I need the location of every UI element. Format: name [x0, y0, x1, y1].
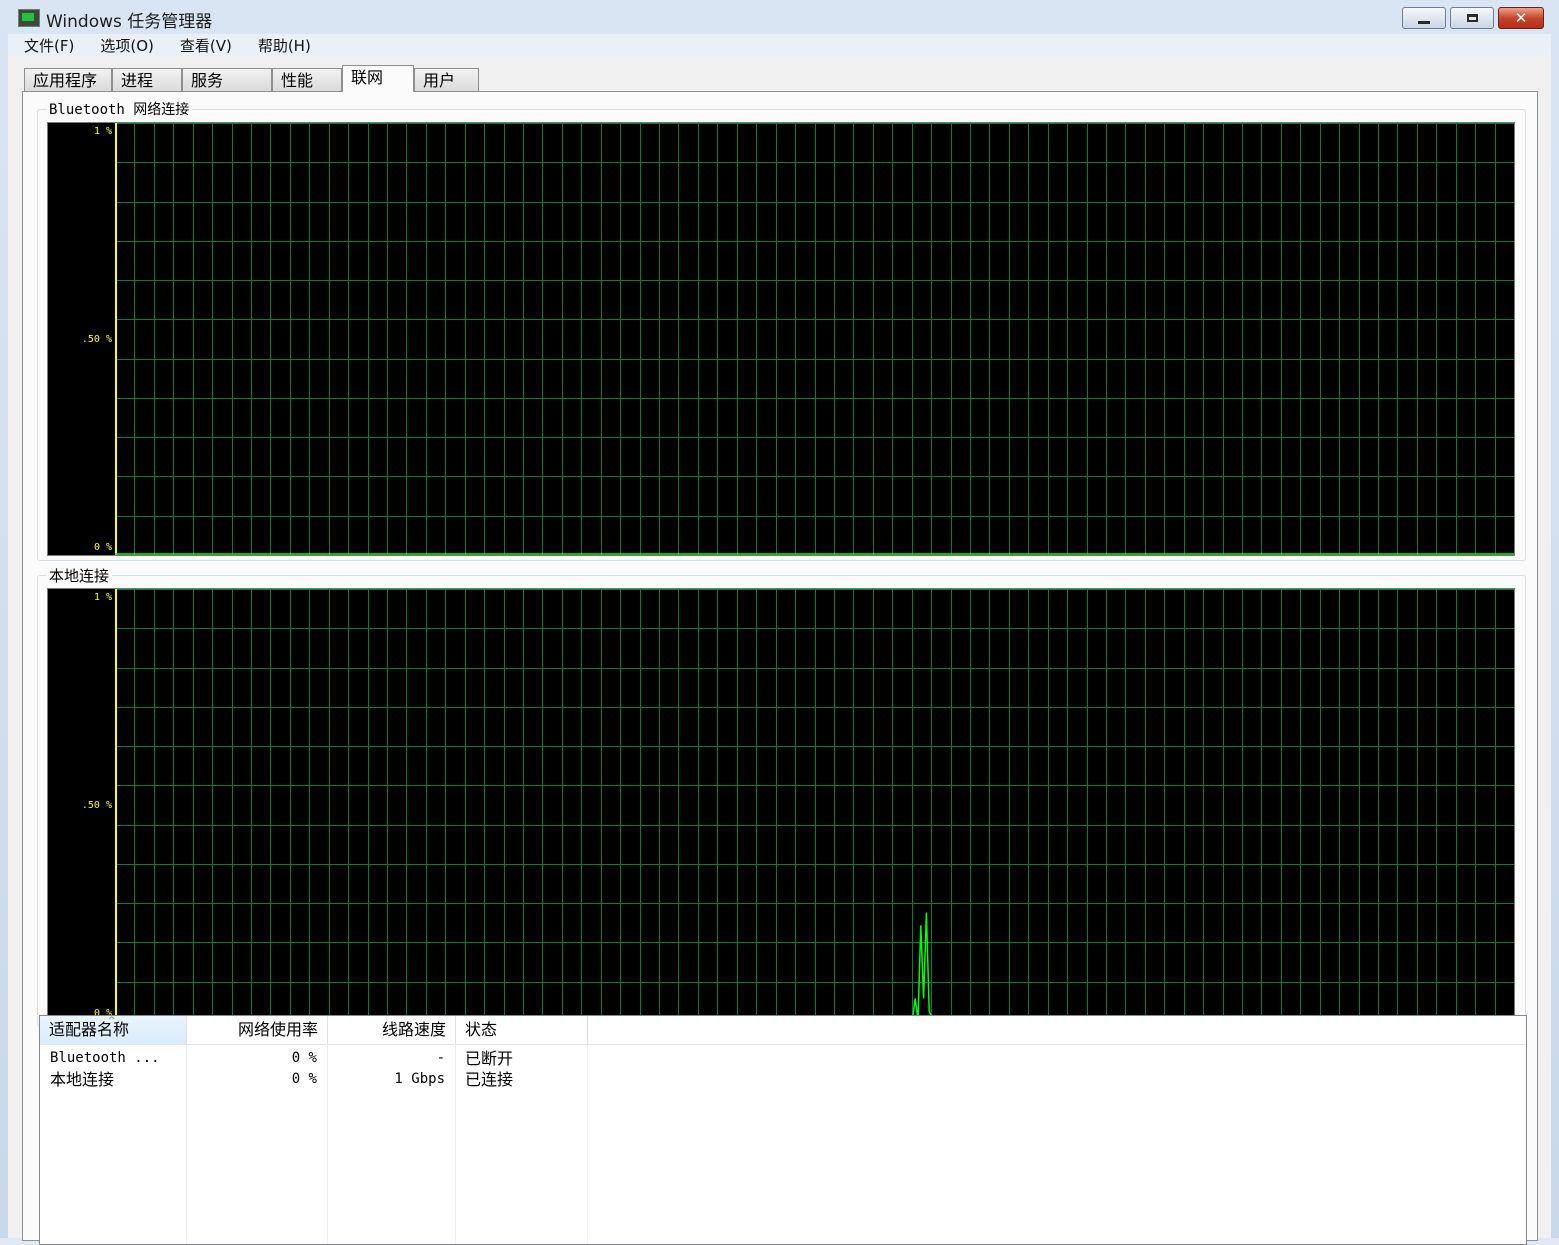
tab-performance[interactable]: 性能 [272, 68, 342, 91]
bluetooth-y-max: 1 % [93, 126, 112, 137]
adapter-usage: 0 % [291, 1050, 317, 1066]
adapter-list-header: ^ 适配器名称 网络使用率 线路速度 状态 [40, 1016, 1526, 1045]
minimize-button[interactable] [1402, 7, 1446, 29]
adapter-row[interactable]: Bluetooth ... 0 % - 已断开 [40, 1048, 1526, 1069]
adapter-speed: 1 Gbps [394, 1071, 445, 1087]
adapter-usage: 0 % [291, 1071, 317, 1087]
local-y-mid: .50 % [81, 800, 112, 811]
maximize-button[interactable] [1450, 7, 1494, 29]
sort-ascending-icon: ^ [108, 1016, 116, 1026]
bluetooth-graph-group: Bluetooth 网络连接 1 % .50 % 0 % [37, 99, 1526, 561]
bluetooth-graph-title: Bluetooth 网络连接 [46, 99, 193, 119]
adapter-row[interactable]: 本地连接 0 % 1 Gbps 已连接 [40, 1069, 1526, 1090]
adapter-status: 已断开 [465, 1049, 514, 1068]
close-icon: ✕ [1514, 8, 1528, 27]
tab-users[interactable]: 用户 [414, 68, 479, 91]
minimize-icon [1418, 20, 1430, 24]
local-connection-graph-title: 本地连接 [46, 565, 113, 586]
tab-services[interactable]: 服务 [182, 68, 272, 91]
menu-help[interactable]: 帮助(H) [242, 35, 321, 56]
adapter-name: Bluetooth ... [50, 1050, 160, 1066]
column-link-speed[interactable]: 线路速度 [328, 1016, 456, 1044]
task-manager-window: Windows 任务管理器 ✕ 文件(F) 选项(O) 查看(V) 帮助(H) … [0, 0, 1559, 1245]
menu-file[interactable]: 文件(F) [8, 35, 84, 56]
bluetooth-y-mid: .50 % [81, 334, 112, 345]
column-adapter-name[interactable]: ^ 适配器名称 [40, 1016, 187, 1044]
adapter-speed: - [436, 1050, 445, 1066]
menu-bar: 文件(F) 选项(O) 查看(V) 帮助(H) [8, 34, 1551, 56]
client-area: 应用程序 进程 服务 性能 联网 用户 Bluetooth 网络连接 1 % .… [8, 56, 1551, 1245]
column-adapter-name-label: 适配器名称 [49, 1020, 130, 1039]
adapter-name: 本地连接 [50, 1070, 115, 1089]
networking-panel: Bluetooth 网络连接 1 % .50 % 0 % 本地连接 1 % .5… [22, 91, 1538, 1245]
local-connection-graph-group: 本地连接 1 % .50 % 0 % [37, 565, 1526, 1027]
close-button[interactable]: ✕ [1498, 7, 1544, 29]
menu-view[interactable]: 查看(V) [164, 35, 242, 56]
local-connection-plot-area [115, 589, 1514, 1021]
local-y-max: 1 % [93, 592, 112, 603]
column-network-utilization[interactable]: 网络使用率 [187, 1016, 328, 1044]
maximize-icon [1466, 14, 1478, 22]
bluetooth-plot-area [115, 123, 1514, 555]
local-connection-graph: 1 % .50 % 0 % [47, 588, 1515, 1022]
tab-networking[interactable]: 联网 [342, 65, 414, 92]
tab-processes[interactable]: 进程 [112, 68, 182, 91]
adapter-status: 已连接 [465, 1070, 514, 1089]
window-title: Windows 任务管理器 [46, 12, 213, 32]
title-bar[interactable]: Windows 任务管理器 ✕ [0, 0, 1559, 34]
bluetooth-graph: 1 % .50 % 0 % [47, 122, 1515, 556]
task-manager-icon [18, 9, 40, 27]
bluetooth-y-min: 0 % [93, 542, 112, 553]
menu-options[interactable]: 选项(O) [84, 35, 164, 56]
usage-trace [142, 912, 935, 1021]
tab-applications[interactable]: 应用程序 [24, 68, 112, 91]
column-state[interactable]: 状态 [456, 1016, 588, 1044]
adapter-list[interactable]: ^ 适配器名称 网络使用率 线路速度 状态 Bluetooth ... 0 % … [39, 1015, 1527, 1245]
